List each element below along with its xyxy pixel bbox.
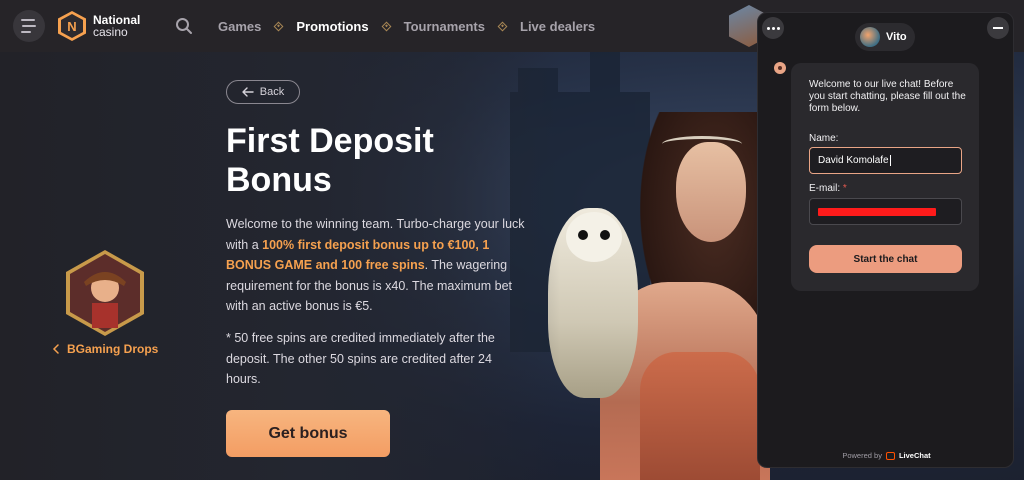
drops-label: BGaming Drops <box>67 342 159 356</box>
menu-line-icon <box>22 25 36 27</box>
diamond-separator-icon <box>273 21 284 31</box>
logo-line-2: casino <box>93 25 128 39</box>
agent-icon <box>774 62 786 74</box>
owl-eye-icon <box>600 230 610 240</box>
text-caret <box>889 155 891 166</box>
tiara-illustration <box>662 136 742 152</box>
email-field[interactable] <box>809 198 962 225</box>
arrow-left-icon <box>242 87 254 97</box>
promotion-description: Welcome to the winning team. Turbo-charg… <box>226 214 526 317</box>
required-mark: * <box>842 183 847 194</box>
logo-text: National casino <box>93 14 140 38</box>
character-face-illustration <box>676 142 746 242</box>
redacted-email <box>818 207 936 216</box>
prechat-form: Welcome to our live chat! Before you sta… <box>791 63 979 291</box>
nav-games[interactable]: Games <box>218 19 261 34</box>
nav-tournaments[interactable]: Tournaments <box>404 19 485 34</box>
owl-face-illustration <box>566 212 622 262</box>
site-logo[interactable]: N National casino <box>57 10 140 42</box>
name-field[interactable]: David Komolafe <box>809 147 962 174</box>
minimize-icon <box>993 27 1003 29</box>
bgaming-drops-card[interactable] <box>64 248 146 338</box>
email-label: E-mail: * <box>809 183 847 194</box>
powered-by-footer[interactable]: Powered by LiveChat <box>758 451 1015 460</box>
chevron-left-icon <box>52 344 59 354</box>
get-bonus-button[interactable]: Get bonus <box>226 410 390 457</box>
chat-minimize-button[interactable] <box>987 17 1009 39</box>
back-button[interactable]: Back <box>226 80 300 104</box>
menu-line-icon <box>21 31 31 33</box>
start-chat-button[interactable]: Start the chat <box>809 245 962 273</box>
nav-live-dealers[interactable]: Live dealers <box>520 19 595 34</box>
logo-letter: N <box>67 19 76 34</box>
live-chat-widget: Vito Welcome to our live chat! Before yo… <box>757 12 1014 468</box>
agent-badge: Vito <box>855 23 915 51</box>
dot-icon <box>771 26 775 30</box>
agent-avatar <box>860 27 880 47</box>
bgaming-drops-link[interactable]: BGaming Drops <box>52 342 158 356</box>
powered-brand: LiveChat <box>898 451 931 460</box>
name-label: Name: <box>809 133 839 144</box>
free-spins-note: * 50 free spins are credited immediately… <box>226 331 495 386</box>
menu-line-icon <box>21 19 35 21</box>
agent-name: Vito <box>886 31 907 43</box>
character-dress-illustration <box>640 352 760 480</box>
powered-prefix: Powered by <box>842 451 882 460</box>
dot-icon <box>776 26 780 30</box>
chat-welcome-message: Welcome to our live chat! Before you sta… <box>809 79 966 114</box>
livechat-logo-icon <box>885 451 895 460</box>
name-value: David Komolafe <box>818 155 889 166</box>
chat-options-button[interactable] <box>762 17 784 39</box>
hamburger-menu-button[interactable] <box>13 10 45 42</box>
diamond-separator-icon <box>497 21 508 31</box>
nav-promotions[interactable]: Promotions <box>296 19 368 34</box>
owl-eye-icon <box>578 230 588 240</box>
back-label: Back <box>259 86 285 98</box>
search-icon[interactable] <box>175 17 193 35</box>
diamond-separator-icon <box>381 21 392 31</box>
page-title: First Deposit Bonus <box>226 122 434 199</box>
main-nav: Games Promotions Tournaments Live dealer… <box>218 0 595 52</box>
dot-icon <box>766 26 770 30</box>
logo-hexagon-icon: N <box>58 11 86 41</box>
